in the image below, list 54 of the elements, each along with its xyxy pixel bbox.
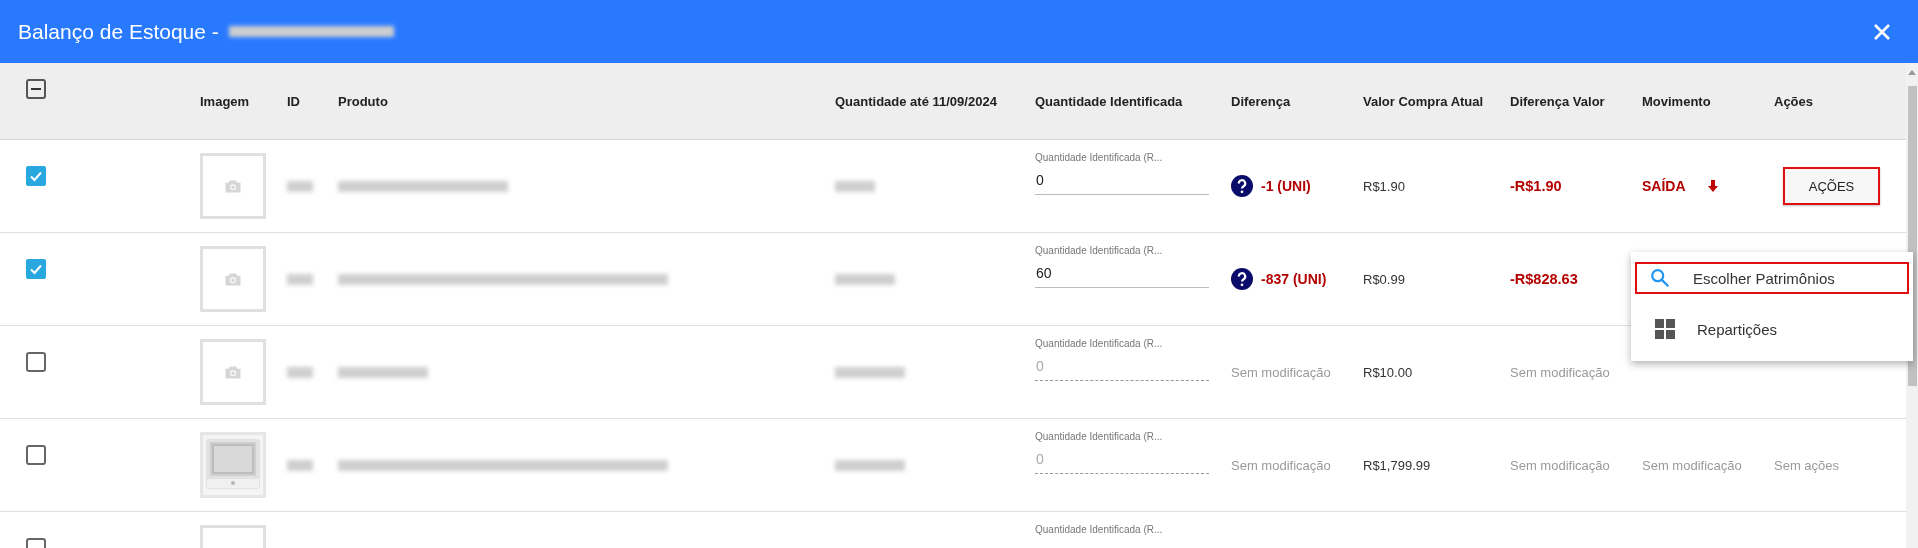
movement-status: Sem modificação (1642, 457, 1742, 473)
blurred-text (287, 273, 313, 285)
column-header: Produto (338, 94, 388, 109)
price-value: R$0.99 (1363, 271, 1405, 287)
column-header: Diferença Valor (1510, 94, 1605, 109)
row-checkbox[interactable] (26, 166, 46, 186)
blurred-text (287, 180, 313, 192)
price-value: R$10.00 (1363, 364, 1413, 380)
blurred-text (835, 180, 875, 192)
column-header: Ações (1774, 94, 1814, 109)
column-header: ID (287, 94, 300, 109)
select-all-checkbox[interactable] (26, 79, 46, 99)
row-checkbox[interactable] (26, 445, 46, 465)
quantity-field[interactable]: Quantidade Identificada (R... 60 (1035, 245, 1209, 288)
column-header: Movimento (1642, 94, 1711, 109)
menu-item[interactable]: Repartições (1635, 303, 1909, 355)
quantity-field[interactable]: Quantidade Identificada (R... (1035, 524, 1209, 548)
actions-button[interactable]: AÇÕES (1783, 167, 1880, 205)
movement-status: SAÍDA (1642, 178, 1686, 194)
help-icon[interactable] (1231, 268, 1253, 290)
blurred-text (287, 366, 313, 378)
blurred-text (835, 366, 905, 378)
price-value: R$1.90 (1363, 178, 1405, 194)
column-header: Diferença (1231, 94, 1291, 109)
close-icon[interactable] (1872, 21, 1892, 42)
quantity-field[interactable]: Quantidade Identificada (R... 0 (1035, 152, 1209, 195)
camera-icon (224, 271, 242, 287)
camera-icon (224, 364, 242, 380)
difference-value: -837 (UNI) (1261, 271, 1327, 287)
difference-value: -1 (UNI) (1261, 178, 1311, 194)
no-actions-text: Sem ações (1774, 457, 1840, 473)
column-header: Quantidade até 11/09/2024 (835, 94, 997, 109)
row-checkbox[interactable] (26, 259, 46, 279)
value-difference: Sem modificação (1510, 457, 1610, 473)
grid-icon (1655, 319, 1675, 339)
column-header: Valor Compra Atual (1363, 94, 1484, 109)
search-icon (1649, 267, 1671, 289)
difference-value: Sem modificação (1231, 457, 1331, 473)
value-difference: -R$1.90 (1510, 178, 1562, 194)
price-value: R$1,799.99 (1363, 457, 1431, 473)
difference-value: Sem modificação (1231, 364, 1331, 380)
menu-item[interactable]: Escolher Patrimônios (1635, 262, 1909, 294)
blurred-text (287, 459, 313, 471)
blurred-text (835, 273, 895, 285)
row-checkbox[interactable] (26, 352, 46, 372)
help-icon[interactable] (1231, 175, 1253, 197)
window-title: Balanço de Estoque - (18, 19, 219, 44)
arrow-down-icon (1707, 180, 1718, 192)
column-header: Quantidade Identificada (1035, 94, 1183, 109)
value-difference: Sem modificação (1510, 364, 1610, 380)
column-header: Imagem (200, 94, 250, 109)
camera-icon (224, 178, 242, 194)
value-difference: -R$828.63 (1510, 271, 1578, 287)
blurred-text (835, 459, 905, 471)
